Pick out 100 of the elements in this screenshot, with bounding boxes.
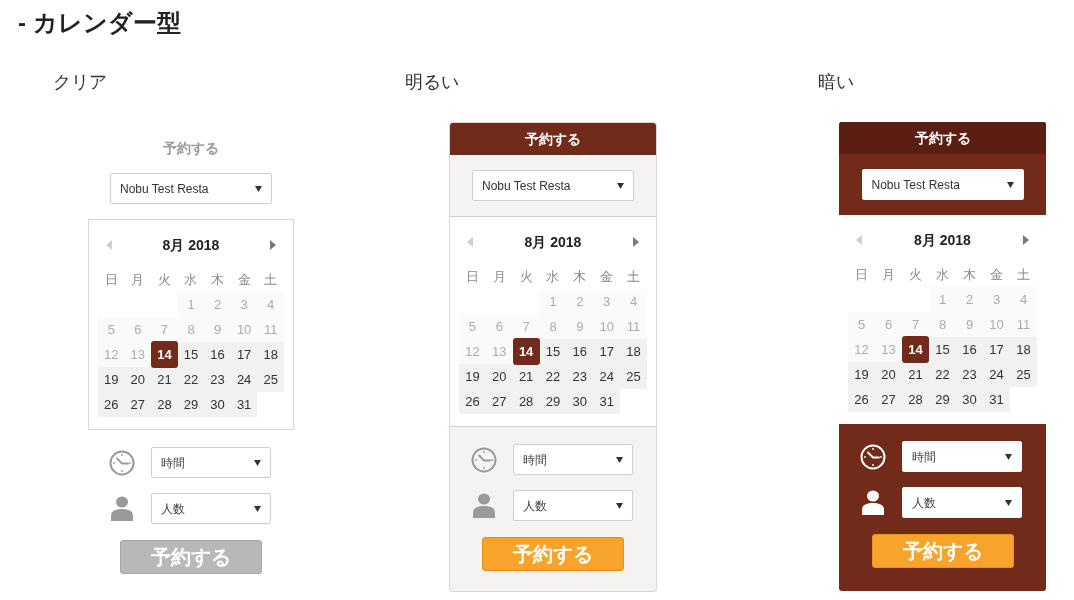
calendar-day[interactable]: 15 [929,337,956,362]
calendar-day: 8 [929,312,956,337]
calendar-day[interactable]: 20 [875,362,902,387]
style-label: 暗い [818,72,854,92]
calendar-day[interactable]: 25 [257,367,284,392]
caret-icon [1005,499,1012,506]
next-month-icon[interactable] [633,237,639,247]
calendar-day[interactable]: 18 [1010,337,1037,362]
calendar-day[interactable]: 25 [1010,362,1037,387]
calendar-day: 13 [485,339,513,364]
calendar-day[interactable]: 16 [204,342,231,367]
calendar-day[interactable]: 21 [151,367,178,392]
next-month-icon[interactable] [270,240,276,250]
calendar-day: 5 [98,317,125,342]
calendar-day: 6 [485,314,513,339]
calendar-day: 4 [620,289,647,314]
weekday-label: 木 [963,265,976,284]
calendar-day: 5 [459,314,486,339]
party-size-select[interactable]: 人数 [151,493,271,524]
weekday-label: 水 [546,267,560,286]
calendar-day: 10 [230,317,258,342]
calendar-day[interactable]: 23 [956,362,983,387]
calendar-day[interactable]: 15 [539,339,567,364]
calendar-day[interactable]: 26 [848,387,875,412]
calendar-day[interactable]: 17 [230,342,258,367]
calendar-day: 13 [875,337,902,362]
weekday-label: 日 [104,270,118,289]
calendar-day[interactable]: 27 [124,392,152,417]
calendar-day[interactable]: 24 [593,364,621,389]
calendar-day[interactable]: 30 [566,389,594,414]
calendar-day[interactable]: 24 [230,367,258,392]
restaurant-select[interactable]: Nobu Test Resta [472,170,634,201]
calendar-day: 9 [204,317,231,342]
calendar-day: 9 [956,312,983,337]
calendar-day[interactable]: 23 [204,367,231,392]
calendar-day[interactable]: 30 [956,387,983,412]
calendar-day[interactable]: 19 [848,362,875,387]
calendar-day[interactable]: 22 [929,362,956,387]
calendar-day[interactable]: 18 [257,342,284,367]
calendar-day[interactable]: 16 [566,339,594,364]
weekday-label: 土 [264,270,278,289]
calendar-day[interactable]: 22 [177,367,205,392]
calendar-day[interactable]: 29 [539,389,567,414]
calendar-day[interactable]: 29 [929,387,956,412]
calendar-day: 8 [177,317,205,342]
calendar-day[interactable]: 14 [902,336,929,363]
calendar-day[interactable]: 24 [983,362,1010,387]
calendar-day[interactable]: 14 [512,338,540,365]
calendar-day: 10 [983,312,1010,337]
calendar-day[interactable]: 20 [485,364,513,389]
party-size-select[interactable]: 人数 [513,490,633,521]
calendar-day[interactable]: 26 [459,389,486,414]
calendar-day[interactable]: 21 [902,362,929,387]
caret-icon [616,456,623,463]
calendar-day[interactable]: 18 [620,339,647,364]
calendar-day[interactable]: 31 [593,389,621,414]
calendar-day: 6 [875,312,902,337]
calendar-day: 13 [124,342,152,367]
party-size-select[interactable]: 人数 [902,487,1022,518]
time-select[interactable]: 時間 [513,444,633,475]
restaurant-select[interactable]: Nobu Test Resta [110,173,272,204]
next-month-icon[interactable] [1023,235,1029,245]
style-label: 明るい [405,72,459,92]
calendar-day[interactable]: 26 [98,392,125,417]
calendar-day[interactable]: 19 [98,367,125,392]
calendar-day[interactable]: 14 [151,341,178,368]
calendar-day[interactable]: 23 [566,364,594,389]
calendar-day: 12 [459,339,486,364]
calendar-day[interactable]: 17 [983,337,1010,362]
calendar-day[interactable]: 27 [485,389,513,414]
calendar-day[interactable]: 28 [151,392,178,417]
calendar-day[interactable]: 28 [512,389,540,414]
calendar-day[interactable]: 31 [230,392,258,417]
calendar-day: 7 [902,312,929,337]
calendar-day: 2 [566,289,594,314]
calendar-day[interactable]: 31 [983,387,1010,412]
calendar-day: 1 [539,289,567,314]
calendar-day: 3 [230,292,258,317]
calendar-day: 2 [204,292,231,317]
month-title: 8月 2018 [524,232,582,252]
weekday-label: 水 [936,265,949,284]
time-select[interactable]: 時間 [151,447,271,478]
calendar-day[interactable]: 25 [620,364,647,389]
calendar-day[interactable]: 15 [177,342,205,367]
calendar-day[interactable]: 29 [177,392,205,417]
calendar-day[interactable]: 28 [902,387,929,412]
calendar-day: 11 [1010,312,1037,337]
calendar-day[interactable]: 20 [124,367,152,392]
calendar-day[interactable]: 17 [593,339,621,364]
calendar-day: 6 [124,317,152,342]
calendar-day[interactable]: 30 [204,392,231,417]
widget-title: 予約する [163,139,219,158]
calendar-day[interactable]: 27 [875,387,902,412]
section-heading: - カレンダー型 [18,8,181,38]
time-select[interactable]: 時間 [902,441,1022,472]
restaurant-select[interactable]: Nobu Test Resta [861,169,1024,200]
calendar-day[interactable]: 16 [956,337,983,362]
calendar-day[interactable]: 19 [459,364,486,389]
person-icon [473,493,495,518]
calendar-day[interactable]: 22 [539,364,567,389]
